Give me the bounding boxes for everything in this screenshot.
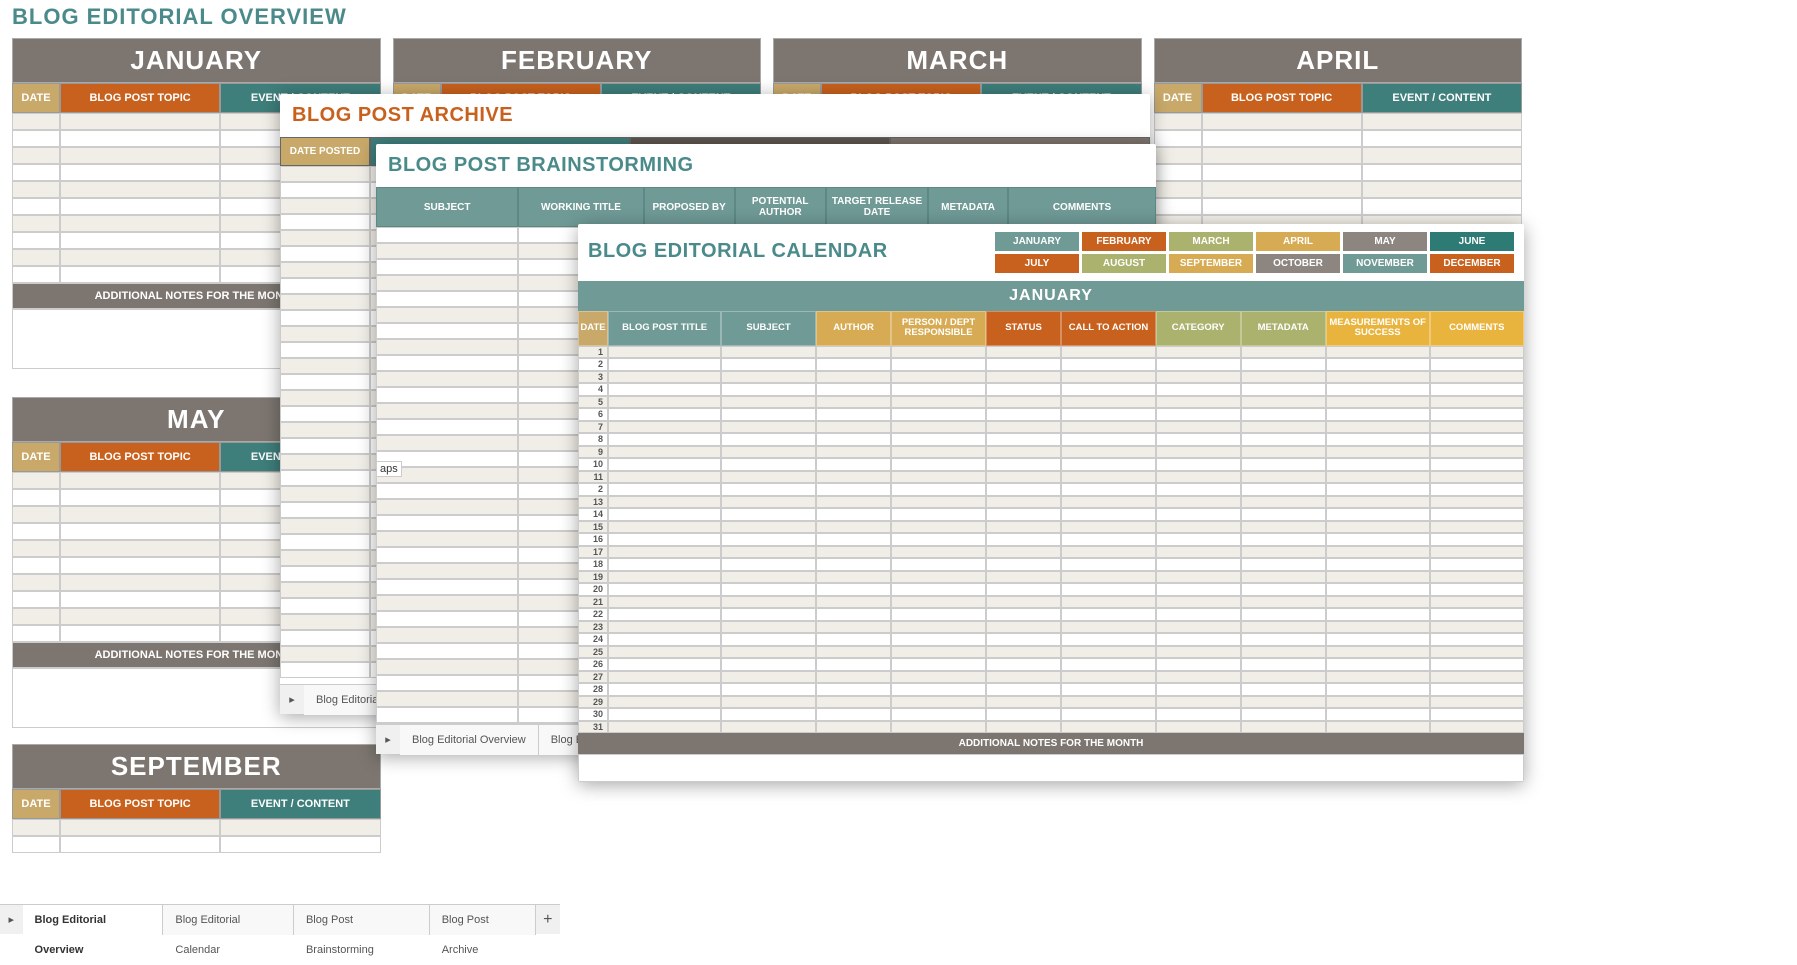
col-metadata: METADATA [928, 187, 1008, 227]
table-row[interactable]: 24 [578, 633, 1524, 646]
month-btn-december[interactable]: DECEMBER [1430, 254, 1514, 273]
table-row[interactable]: 2 [578, 358, 1524, 371]
calendar-window: BLOG EDITORIAL CALENDAR JANUARY FEBRUARY… [578, 224, 1524, 782]
table-row[interactable]: 26 [578, 658, 1524, 671]
month-btn-september[interactable]: SEPTEMBER [1169, 254, 1253, 273]
month-btn-july[interactable]: JULY [995, 254, 1079, 273]
table-row[interactable]: 30 [578, 708, 1524, 721]
table-row[interactable]: 9 [578, 446, 1524, 459]
calendar-notes-heading: ADDITIONAL NOTES FOR THE MONTH [578, 733, 1524, 754]
table-row[interactable]: 2 [578, 483, 1524, 496]
add-sheet-button[interactable]: + [536, 911, 560, 929]
table-row[interactable]: 31 [578, 721, 1524, 734]
calendar-notes-area[interactable] [578, 754, 1524, 782]
col-subject: SUBJECT [376, 187, 518, 227]
table-row[interactable]: 3 [578, 371, 1524, 384]
month-btn-april[interactable]: APRIL [1256, 232, 1340, 251]
table-row[interactable]: 6 [578, 408, 1524, 421]
month-btn-march[interactable]: MARCH [1169, 232, 1253, 251]
table-row[interactable]: 13 [578, 496, 1524, 509]
brainstorm-title: BLOG POST BRAINSTORMING [376, 144, 1156, 187]
tab-nav-prev-icon[interactable]: ▸ [280, 693, 304, 706]
main-sheet-tabs: ▸ Blog Editorial Overview Blog Editorial… [0, 904, 560, 934]
archive-title: BLOG POST ARCHIVE [280, 94, 1150, 137]
col-working-title: WORKING TITLE [518, 187, 643, 227]
table-row[interactable]: 5 [578, 396, 1524, 409]
table-row[interactable]: 22 [578, 608, 1524, 621]
table-row[interactable]: 28 [578, 683, 1524, 696]
month-btn-may[interactable]: MAY [1343, 232, 1427, 251]
archive-col-date: DATE POSTED [280, 137, 370, 166]
month-selector: JANUARY FEBRUARY MARCH APRIL MAY JUNE JU… [906, 232, 1514, 273]
col-comments: COMMENTS [1008, 187, 1156, 227]
table-row[interactable]: 25 [578, 646, 1524, 659]
calendar-title: BLOG EDITORIAL CALENDAR [588, 232, 888, 263]
col-target-release: TARGET RELEASE DATE [826, 187, 928, 227]
tab-brainstorm[interactable]: Blog Post Brainstorming [294, 905, 430, 935]
table-row[interactable]: 14 [578, 508, 1524, 521]
table-row[interactable]: 18 [578, 558, 1524, 571]
table-row[interactable]: 23 [578, 621, 1524, 634]
table-row[interactable]: 21 [578, 596, 1524, 609]
col-date: DATE [12, 83, 60, 113]
tab-nav-prev-icon[interactable]: ▸ [0, 913, 23, 926]
tab-calendar[interactable]: Blog Editorial Calendar [163, 905, 294, 935]
col-topic: BLOG POST TOPIC [60, 83, 220, 113]
table-row[interactable]: 1 [578, 346, 1524, 359]
month-btn-october[interactable]: OCTOBER [1256, 254, 1340, 273]
table-row[interactable]: 19 [578, 571, 1524, 584]
tab-overview[interactable]: Blog Editorial Overview [400, 725, 539, 755]
table-row[interactable]: 16 [578, 533, 1524, 546]
table-row[interactable]: 15 [578, 521, 1524, 534]
tab-nav-prev-icon[interactable]: ▸ [376, 733, 400, 746]
tab-overview[interactable]: Blog Editorial Overview [23, 905, 164, 935]
month-heading: JANUARY [12, 38, 381, 83]
table-row[interactable]: 4 [578, 383, 1524, 396]
col-proposed-by: PROPOSED BY [644, 187, 735, 227]
overview-month-september: SEPTEMBER DATEBLOG POST TOPICEVENT / CON… [12, 744, 381, 853]
calendar-header-row: DATE BLOG POST TITLE SUBJECT AUTHOR PERS… [578, 311, 1524, 346]
row-tag-label: aps [376, 461, 402, 477]
month-btn-february[interactable]: FEBRUARY [1082, 232, 1166, 251]
brainstorm-header-row: SUBJECT WORKING TITLE PROPOSED BY POTENT… [376, 187, 1156, 227]
table-row[interactable]: 11 [578, 471, 1524, 484]
tab-archive[interactable]: Blog Post Archive [430, 905, 536, 935]
month-btn-january[interactable]: JANUARY [995, 232, 1079, 251]
page-title: BLOG EDITORIAL OVERVIEW [12, 0, 1522, 38]
table-row[interactable]: 20 [578, 583, 1524, 596]
col-potential-author: POTENTIAL AUTHOR [735, 187, 826, 227]
month-btn-august[interactable]: AUGUST [1082, 254, 1166, 273]
calendar-month-band: JANUARY [578, 281, 1524, 311]
table-row[interactable]: 8 [578, 433, 1524, 446]
month-btn-june[interactable]: JUNE [1430, 232, 1514, 251]
month-btn-november[interactable]: NOVEMBER [1343, 254, 1427, 273]
table-row[interactable]: 7 [578, 421, 1524, 434]
table-row[interactable]: 29 [578, 696, 1524, 709]
table-row[interactable]: 10 [578, 458, 1524, 471]
table-row[interactable]: 27 [578, 671, 1524, 684]
table-row[interactable]: 17 [578, 546, 1524, 559]
